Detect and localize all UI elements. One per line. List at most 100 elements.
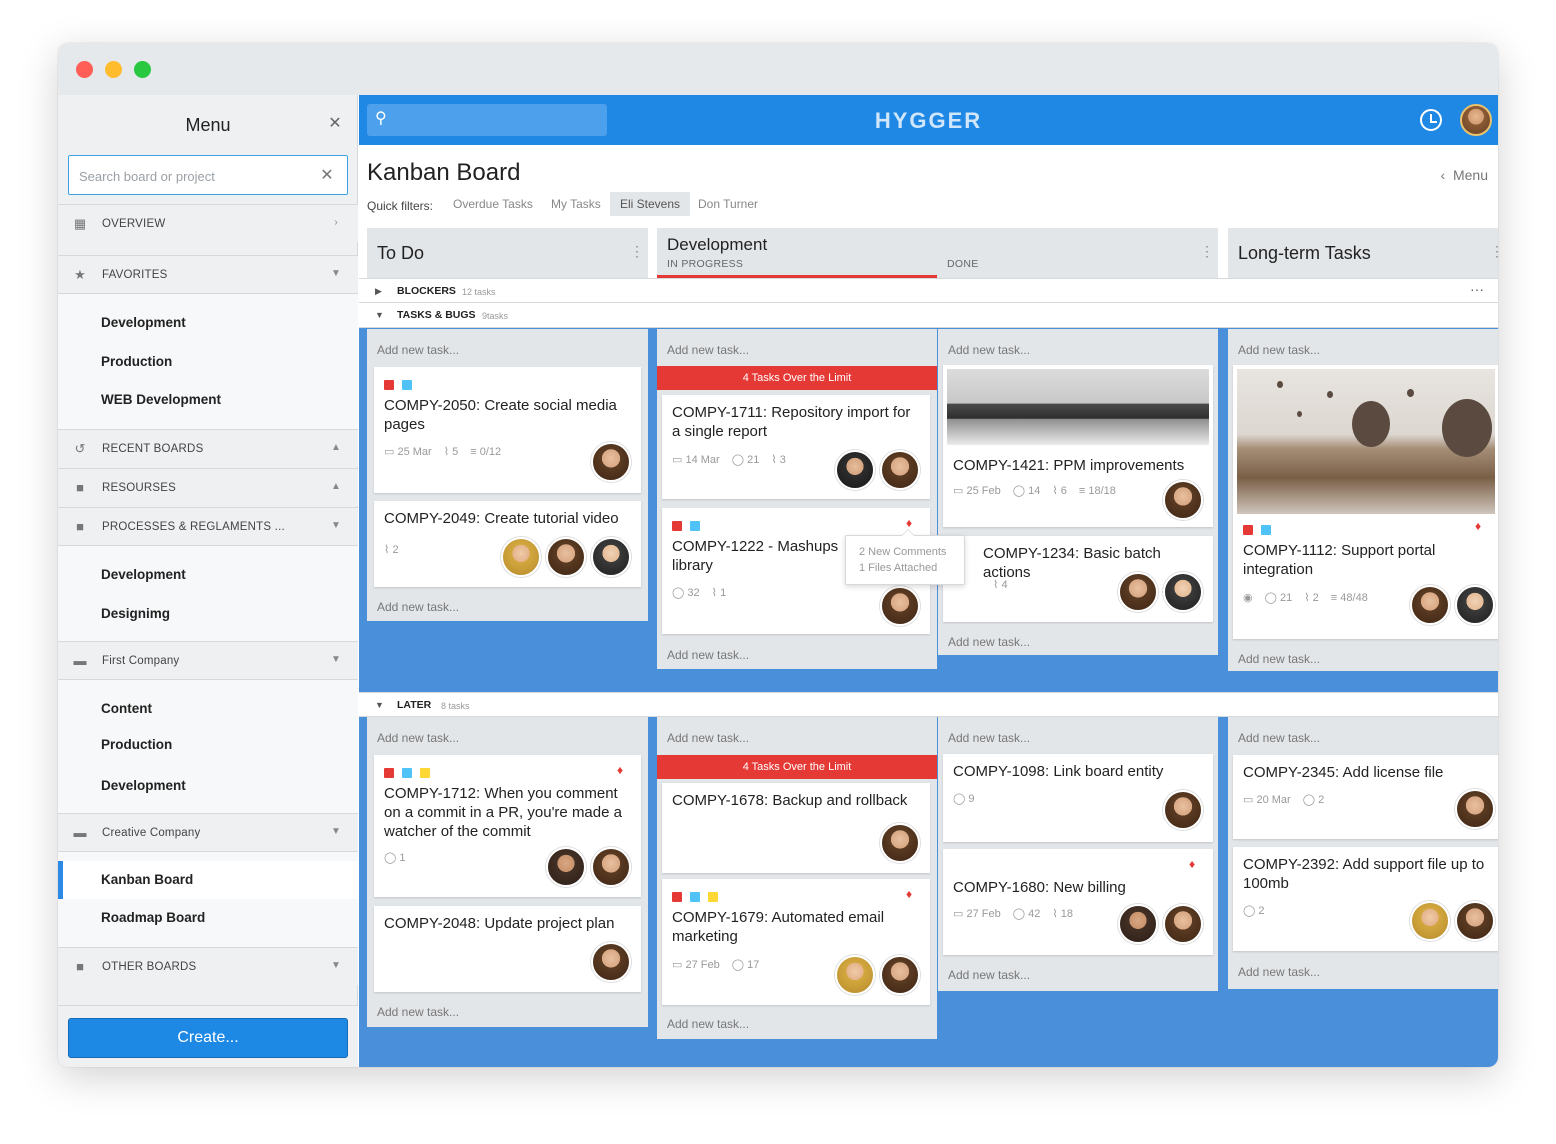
avatar[interactable] xyxy=(1163,480,1203,520)
task-card[interactable]: COMPY-2049: Create tutorial video ⌇ 2 xyxy=(374,501,641,587)
task-card[interactable]: COMPY-2392: Add support file up to 100mb… xyxy=(1233,847,1498,951)
more-vertical-icon[interactable]: ⋮ xyxy=(630,243,644,259)
add-task-link[interactable]: Add new task... xyxy=(948,731,1030,745)
sidebar-item-content[interactable]: Content xyxy=(101,701,152,716)
add-task-link[interactable]: Add new task... xyxy=(1238,731,1320,745)
sidebar-item-production[interactable]: Production xyxy=(101,354,172,369)
avatar[interactable] xyxy=(880,586,920,626)
sidebar-section-first-company[interactable]: ▬ First Company ▼ xyxy=(58,641,358,679)
add-task-link[interactable]: Add new task... xyxy=(948,635,1030,649)
avatar[interactable] xyxy=(546,537,586,577)
section-label: RESOURSES xyxy=(102,482,177,494)
more-vertical-icon[interactable]: ⋮ xyxy=(1200,243,1214,259)
sidebar-item-development[interactable]: Development xyxy=(101,567,186,582)
task-card[interactable]: COMPY-1234: Basic batch actions ⌇ 4 xyxy=(943,536,1213,622)
task-card[interactable]: COMPY-1678: Backup and rollback xyxy=(662,783,930,873)
add-task-link[interactable]: Add new task... xyxy=(1238,965,1320,979)
add-task-link[interactable]: Add new task... xyxy=(667,648,749,662)
task-card[interactable]: COMPY-2345: Add license file ▭ 20 Mar ◯ 2 xyxy=(1233,755,1498,839)
avatar[interactable] xyxy=(546,847,586,887)
unpin-icon[interactable]: ✕ xyxy=(326,115,344,133)
add-task-link[interactable]: Add new task... xyxy=(948,968,1030,982)
avatar[interactable] xyxy=(591,537,631,577)
add-task-link[interactable]: Add new task... xyxy=(1238,652,1320,666)
filter-my-tasks[interactable]: My Tasks xyxy=(541,192,611,216)
maximize-window-button[interactable] xyxy=(134,61,151,78)
avatar[interactable] xyxy=(880,450,920,490)
avatar[interactable] xyxy=(835,450,875,490)
avatar[interactable] xyxy=(1410,585,1450,625)
sidebar-section-creative-company[interactable]: ▬ Creative Company ▼ xyxy=(58,813,358,851)
filter-eli-stevens[interactable]: Eli Stevens xyxy=(610,192,691,216)
avatar[interactable] xyxy=(1410,901,1450,941)
filter-overdue-tasks[interactable]: Overdue Tasks xyxy=(443,192,543,216)
add-task-link[interactable]: Add new task... xyxy=(377,343,459,357)
add-task-link[interactable]: Add new task... xyxy=(1238,343,1320,357)
task-card[interactable]: ♦ COMPY-1712: When you comment on a comm… xyxy=(374,755,641,897)
add-task-link[interactable]: Add new task... xyxy=(667,343,749,357)
more-vertical-icon[interactable]: ⋮ xyxy=(1490,243,1498,259)
user-avatar[interactable] xyxy=(1460,104,1492,136)
avatar[interactable] xyxy=(591,942,631,982)
bell-icon[interactable]: ♦ xyxy=(1189,857,1201,871)
avatar[interactable] xyxy=(880,823,920,863)
filter-don-turner[interactable]: Don Turner xyxy=(688,192,768,216)
task-card[interactable]: ♦ COMPY-1680: New billing ▭ 27 Feb ◯ 42 ⌇ … xyxy=(943,849,1213,955)
create-button[interactable]: Create... xyxy=(68,1018,348,1058)
task-card[interactable]: ♦ COMPY-1679: Automated email marketing … xyxy=(662,879,930,1005)
task-card[interactable]: COMPY-2048: Update project plan xyxy=(374,906,641,992)
sidebar-section-resources[interactable]: ■ RESOURSES ▲ xyxy=(58,468,358,506)
sidebar-section-favorites[interactable]: ★ FAVORITES ▼ xyxy=(58,255,358,293)
bell-icon[interactable]: ♦ xyxy=(617,763,629,777)
sidebar-item-production[interactable]: Production xyxy=(101,737,172,752)
task-card[interactable]: COMPY-1098: Link board entity ◯ 9 xyxy=(943,754,1213,842)
task-card[interactable]: COMPY-2050: Create social media pages ▭ … xyxy=(374,367,641,493)
avatar[interactable] xyxy=(1118,904,1158,944)
sidebar-item-kanban-board[interactable]: Kanban Board xyxy=(101,872,193,887)
clock-icon[interactable] xyxy=(1420,109,1442,131)
sidebar-section-overview[interactable]: ▦ OVERVIEW › xyxy=(58,204,358,242)
task-card[interactable]: COMPY-1421: PPM improvements ▭ 25 Feb ◯ 1… xyxy=(943,365,1213,527)
add-task-link[interactable]: Add new task... xyxy=(377,731,459,745)
minimize-window-button[interactable] xyxy=(105,61,122,78)
sidebar-item-development[interactable]: Development xyxy=(101,778,186,793)
avatar[interactable] xyxy=(501,537,541,577)
column-longterm-tasks: Add new task... ♦ COMPY-1112: Support po… xyxy=(1228,329,1498,671)
sidebar-section-other-boards[interactable]: ■ OTHER BOARDS ▼ xyxy=(58,947,358,985)
task-card[interactable]: COMPY-1711: Repository import for a sing… xyxy=(662,395,930,499)
sidebar-section-processes[interactable]: ■ PROCESSES & REGLAMENTS ... ▼ xyxy=(58,507,358,545)
avatar[interactable] xyxy=(835,955,875,995)
avatar[interactable] xyxy=(1163,572,1203,612)
avatar[interactable] xyxy=(1455,901,1495,941)
more-horizontal-icon[interactable]: ··· xyxy=(1470,281,1486,297)
clear-search-icon[interactable]: ✕ xyxy=(317,166,337,186)
swimlane-later[interactable]: ▼ LATER 8 tasks xyxy=(359,692,1498,717)
avatar[interactable] xyxy=(1163,904,1203,944)
task-card[interactable]: ♦ COMPY-1112: Support portal integration… xyxy=(1233,365,1498,639)
sidebar-item-roadmap-board[interactable]: Roadmap Board xyxy=(101,910,205,925)
avatar[interactable] xyxy=(1455,585,1495,625)
add-task-link[interactable]: Add new task... xyxy=(667,731,749,745)
swimlane-blockers[interactable]: ▶ BLOCKERS 12 tasks ··· xyxy=(359,278,1498,303)
bell-icon[interactable]: ♦ xyxy=(906,516,918,530)
sidebar-item-development[interactable]: Development xyxy=(101,315,186,330)
avatar[interactable] xyxy=(1455,789,1495,829)
avatar[interactable] xyxy=(591,442,631,482)
sidebar-item-web-development[interactable]: WEB Development xyxy=(101,392,221,407)
avatar[interactable] xyxy=(591,847,631,887)
add-task-link[interactable]: Add new task... xyxy=(377,600,459,614)
menu-link[interactable]: ‹ Menu xyxy=(1441,167,1488,183)
swimlane-tasks-bugs[interactable]: ▼ TASKS & BUGS 9tasks xyxy=(359,303,1498,328)
add-task-link[interactable]: Add new task... xyxy=(667,1017,749,1031)
bell-icon[interactable]: ♦ xyxy=(1475,519,1487,533)
avatar[interactable] xyxy=(1163,790,1203,830)
close-window-button[interactable] xyxy=(76,61,93,78)
add-task-link[interactable]: Add new task... xyxy=(377,1005,459,1019)
add-task-link[interactable]: Add new task... xyxy=(948,343,1030,357)
avatar[interactable] xyxy=(1118,572,1158,612)
sidebar-item-designimg[interactable]: Designimg xyxy=(101,606,170,621)
bell-icon[interactable]: ♦ xyxy=(906,887,918,901)
sidebar-section-recent-boards[interactable]: ↺ RECENT BOARDS ▲ xyxy=(58,429,358,467)
sidebar-search-input[interactable] xyxy=(79,166,309,186)
avatar[interactable] xyxy=(880,955,920,995)
